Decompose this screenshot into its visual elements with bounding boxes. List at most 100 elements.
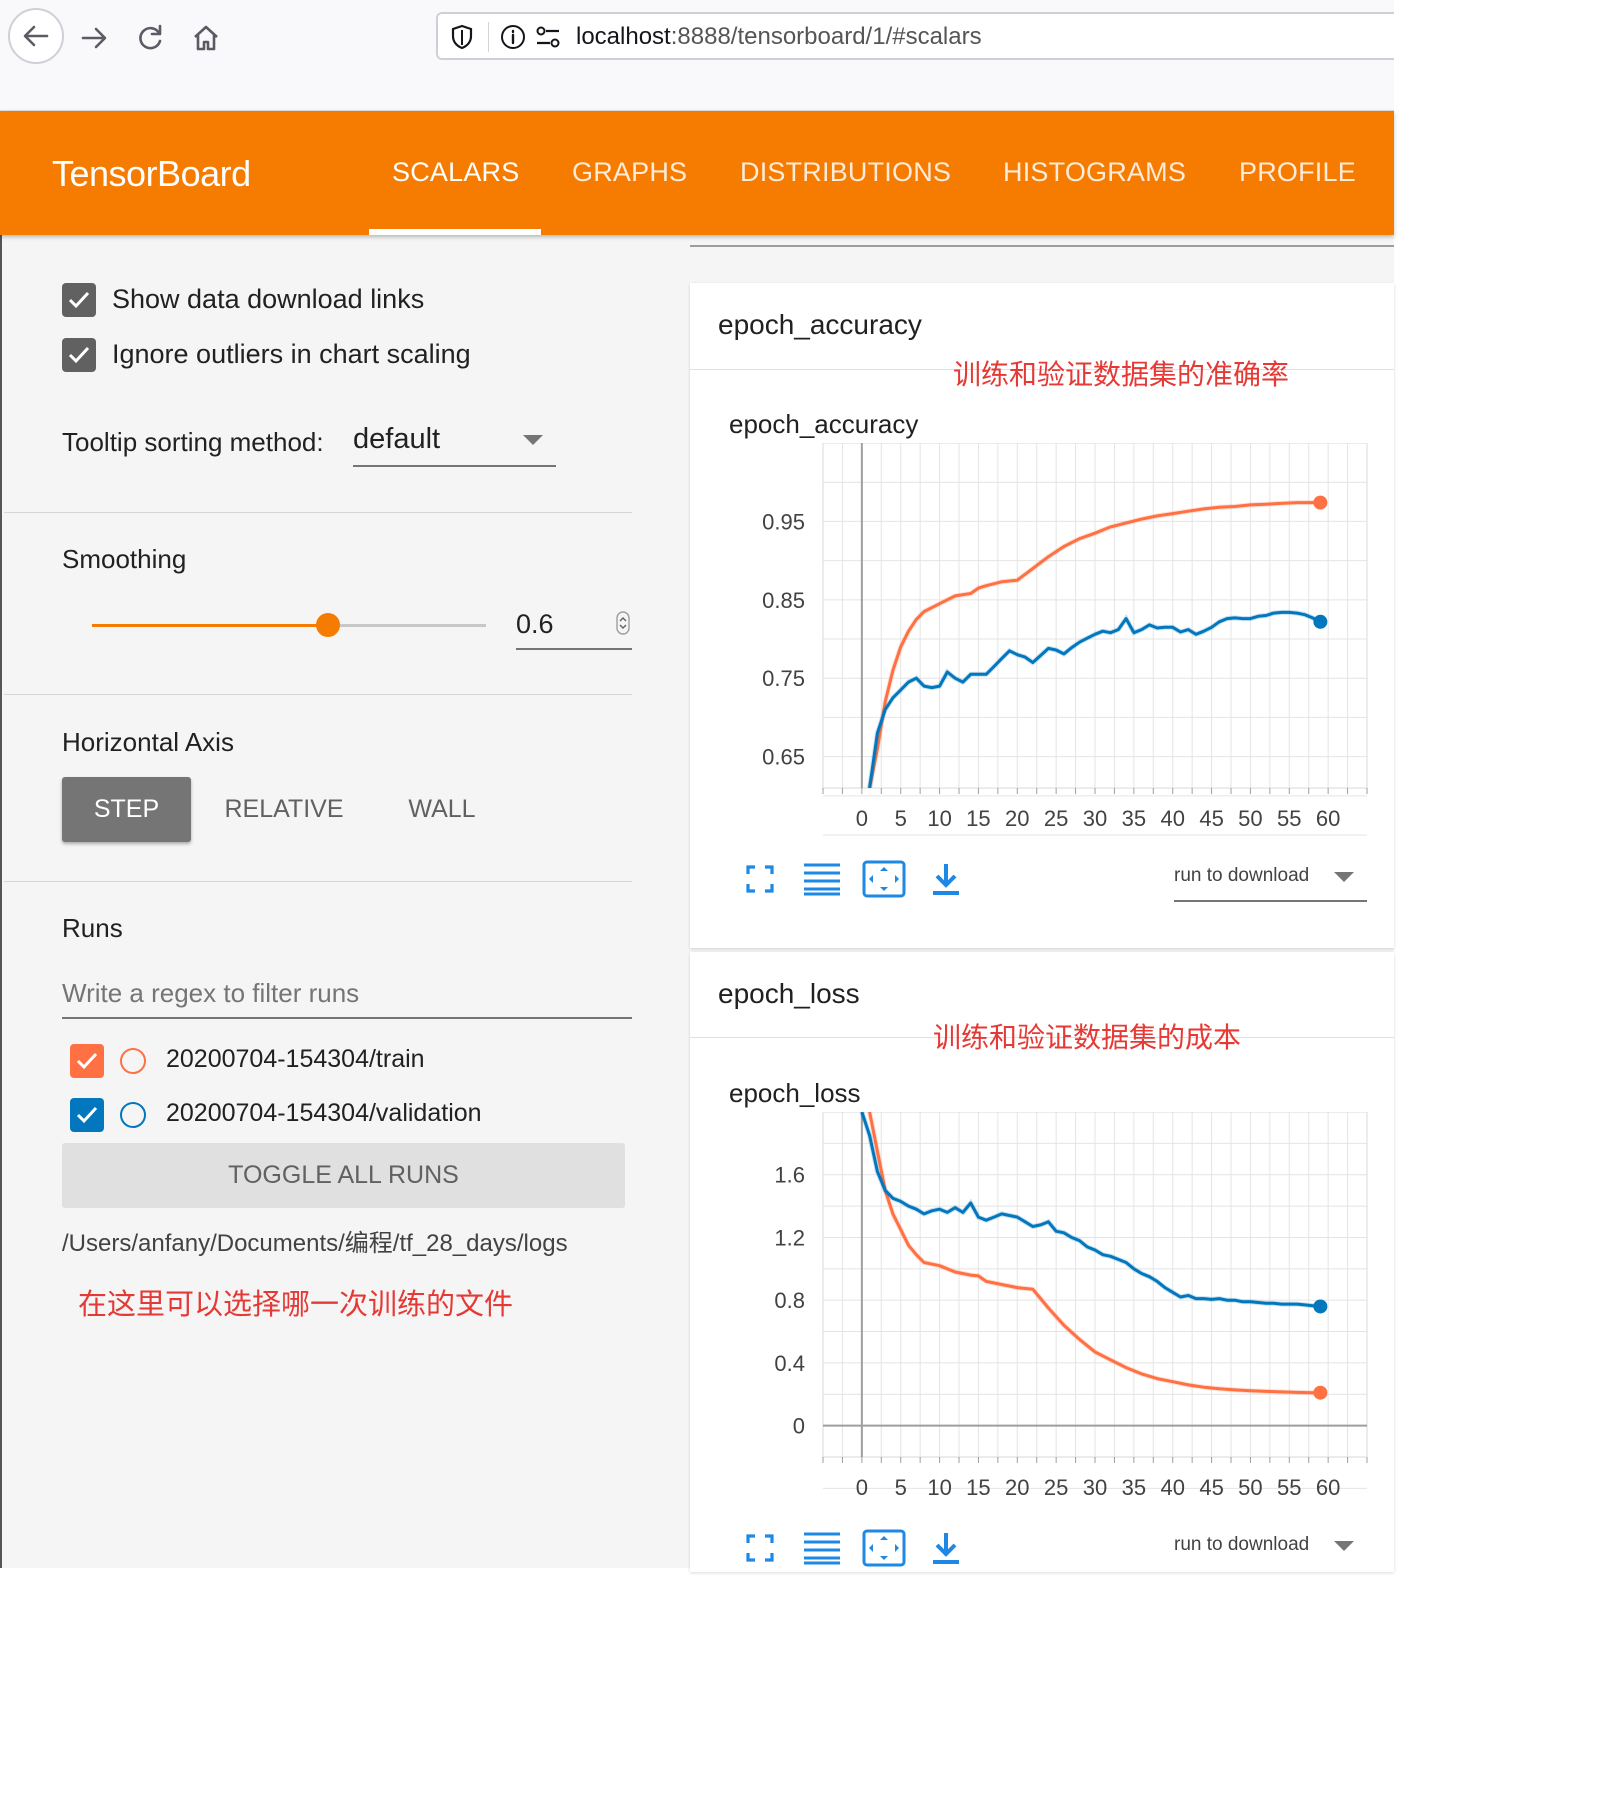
run-train-label: 20200704-154304/train — [166, 1045, 425, 1073]
x-tick-label: 35 — [1122, 1475, 1146, 1500]
lines-icon — [804, 1532, 840, 1565]
select-underline — [353, 465, 556, 467]
fit-to-data-icon — [862, 860, 906, 898]
shield-icon — [451, 24, 473, 50]
checkmark-icon — [76, 1106, 98, 1124]
run-filter-input[interactable] — [62, 975, 632, 1011]
info-icon — [501, 25, 525, 49]
run-validation-color-radio[interactable] — [120, 1102, 146, 1128]
ignore-outliers-checkbox[interactable] — [62, 338, 96, 372]
fullscreen-button[interactable] — [736, 857, 784, 901]
back-button[interactable] — [8, 8, 64, 64]
smoothing-title: Smoothing — [62, 544, 187, 574]
run-train-checkbox[interactable] — [70, 1044, 104, 1078]
horizontal-axis-title: Horizontal Axis — [62, 727, 234, 757]
checkmark-icon — [68, 291, 90, 309]
series-end-point — [1313, 1299, 1328, 1314]
accuracy-chart-title: epoch_accuracy — [729, 409, 919, 439]
x-tick-label: 40 — [1160, 806, 1184, 831]
axis-step-button[interactable]: STEP — [62, 777, 191, 842]
series-raw-line — [859, 1112, 1321, 1309]
x-tick-label: 0 — [856, 1475, 868, 1500]
axis-wall-button[interactable]: WALL — [382, 777, 502, 842]
fit-domain-button[interactable] — [860, 1526, 908, 1570]
x-tick-label: 40 — [1160, 1475, 1184, 1500]
runs-title: Runs — [62, 913, 123, 943]
url-divider — [488, 22, 489, 52]
run-to-download-select[interactable]: run to download — [1174, 865, 1309, 887]
checkmark-icon — [68, 346, 90, 364]
y-tick-label: 0.95 — [762, 509, 805, 534]
smoothing-slider-fill — [92, 624, 329, 627]
accuracy-card-title[interactable]: epoch_accuracy — [718, 309, 922, 341]
run-train-color-radio[interactable] — [120, 1048, 146, 1074]
series-end-point — [1313, 1385, 1328, 1400]
toggle-log-scale-button[interactable] — [798, 857, 846, 901]
smoothing-slider-thumb[interactable] — [316, 613, 341, 637]
toggle-all-runs-button[interactable]: TOGGLE ALL RUNS — [62, 1143, 625, 1208]
download-icon — [933, 1533, 959, 1564]
download-button[interactable] — [922, 857, 970, 901]
checkmark-icon — [76, 1052, 98, 1070]
ignore-outliers-label: Ignore outliers in chart scaling — [112, 339, 471, 369]
x-tick-label: 50 — [1238, 806, 1262, 831]
tab-histograms[interactable]: HISTOGRAMS — [1003, 157, 1186, 188]
home-button[interactable] — [180, 12, 232, 64]
loss-card: epoch_loss 训练和验证数据集的成本 epoch_loss 0 5 10 15… — [690, 952, 1394, 1572]
tab-distributions[interactable]: DISTRIBUTIONS — [740, 157, 951, 188]
spinner-icon — [616, 611, 630, 635]
loss-chart[interactable]: 0 5 10 15 20 25 30 35 40 45 50 55 60 0 0.4 0.8 1.2 1.6 — [690, 1112, 1394, 1512]
app-header: TensorBoard SCALARS GRAPHS DISTRIBUTIONS… — [0, 111, 1394, 235]
x-tick-label: 15 — [966, 1475, 990, 1500]
url-host: localhost — [576, 23, 671, 50]
y-tick-label: 0.85 — [762, 588, 805, 613]
arrow-left-icon — [23, 25, 49, 47]
fullscreen-icon — [746, 865, 774, 893]
loss-card-title[interactable]: epoch_loss — [718, 978, 860, 1010]
axis-relative-button[interactable]: RELATIVE — [208, 777, 360, 842]
reload-icon — [139, 24, 162, 50]
home-icon — [194, 25, 218, 51]
x-tick-label: 55 — [1277, 806, 1301, 831]
y-tick-label: 1.6 — [774, 1163, 805, 1188]
x-tick-label: 30 — [1083, 1475, 1107, 1500]
x-tick-label: 25 — [1044, 806, 1068, 831]
tab-graphs[interactable]: GRAPHS — [572, 157, 687, 188]
loss-chart-title: epoch_loss — [729, 1078, 861, 1108]
x-tick-label: 60 — [1316, 806, 1340, 831]
toggle-log-scale-button[interactable] — [798, 1526, 846, 1570]
x-tick-label: 20 — [1005, 1475, 1029, 1500]
y-tick-label: 0 — [793, 1414, 805, 1439]
smoothing-value-input[interactable]: 0.6 — [516, 609, 554, 640]
run-validation-checkbox[interactable] — [70, 1098, 104, 1132]
y-tick-label: 0.8 — [774, 1288, 805, 1313]
tab-scalars[interactable]: SCALARS — [392, 157, 519, 188]
fit-domain-button[interactable] — [860, 857, 908, 901]
fullscreen-icon — [746, 1534, 774, 1562]
arrow-right-icon — [81, 27, 107, 49]
run-validation-label: 20200704-154304/validation — [166, 1099, 482, 1127]
x-tick-label: 10 — [927, 806, 951, 831]
main-content: epoch_accuracy 训练和验证数据集的准确率 epoch_accura… — [690, 235, 1394, 1572]
show-download-links-label: Show data download links — [112, 284, 425, 314]
forward-button[interactable] — [68, 12, 120, 64]
url-path: :8888/tensorboard/1/#scalars — [670, 23, 982, 50]
show-download-links-checkbox[interactable] — [62, 283, 96, 317]
x-tick-label: 20 — [1005, 806, 1029, 831]
series-end-point — [1313, 614, 1328, 629]
section-divider — [4, 512, 632, 513]
download-button[interactable] — [922, 1526, 970, 1570]
address-bar[interactable]: localhost:8888/tensorboard/1/#scalars — [436, 12, 1394, 60]
fullscreen-button[interactable] — [736, 1526, 784, 1570]
x-tick-label: 5 — [895, 1475, 907, 1500]
run-to-download-select[interactable]: run to download — [1174, 1534, 1309, 1556]
x-tick-label: 35 — [1122, 806, 1146, 831]
browser-toolbar: localhost:8888/tensorboard/1/#scalars — [0, 0, 1394, 111]
tooltip-sorting-label: Tooltip sorting method: — [62, 427, 324, 457]
select-underline — [1174, 900, 1367, 902]
tab-profile[interactable]: PROFILE — [1239, 157, 1356, 188]
tooltip-sorting-select[interactable]: default — [353, 423, 440, 456]
reload-button[interactable] — [124, 12, 176, 64]
accuracy-chart[interactable]: 0 5 10 15 20 25 30 35 40 45 50 55 60 0.65 0.75 0.85 0.95 — [690, 443, 1394, 843]
dropdown-arrow-icon — [1334, 872, 1354, 882]
